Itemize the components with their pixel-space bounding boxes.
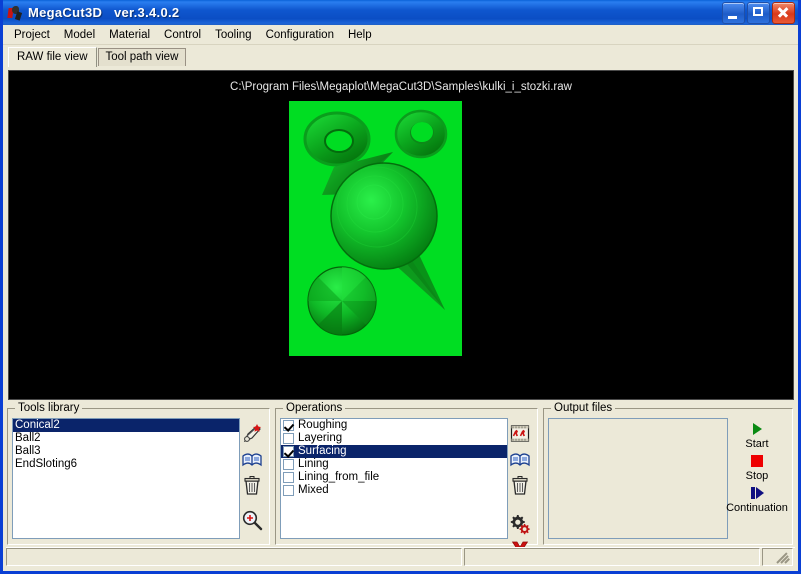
continuation-label: Continuation bbox=[726, 502, 788, 514]
operation-library-book-icon[interactable] bbox=[509, 449, 531, 471]
close-button[interactable] bbox=[772, 2, 795, 24]
minimize-button[interactable] bbox=[722, 2, 745, 24]
model-render-canvas[interactable] bbox=[289, 101, 462, 356]
operation-label: Lining_from_file bbox=[298, 471, 380, 483]
app-icon bbox=[7, 5, 23, 21]
resize-grip-icon[interactable] bbox=[776, 550, 791, 564]
window-title: MegaCut3D ver.3.4.0.2 bbox=[28, 5, 180, 20]
list-item[interactable]: Layering bbox=[281, 432, 507, 445]
torus-small bbox=[394, 109, 448, 162]
tool-label: Ball2 bbox=[15, 432, 41, 444]
list-item[interactable]: Ball2 bbox=[13, 432, 239, 445]
model-render-svg bbox=[303, 109, 448, 336]
operation-label: Lining bbox=[298, 458, 329, 470]
run-controls: Start Stop Continuation bbox=[726, 421, 788, 517]
operation-checkbox[interactable] bbox=[283, 485, 294, 496]
menu-item-material[interactable]: Material bbox=[102, 27, 157, 43]
start-button[interactable]: Start bbox=[726, 421, 788, 450]
list-item[interactable]: Lining bbox=[281, 458, 507, 471]
operations-title: Operations bbox=[283, 402, 346, 414]
delete-tool-trash-icon[interactable] bbox=[241, 475, 263, 497]
delete-operation-trash-icon[interactable] bbox=[509, 475, 531, 497]
operations-list[interactable]: Roughing Layering Surfacing Lining Linin… bbox=[280, 418, 508, 539]
torus-large bbox=[303, 111, 371, 167]
tab-tool-path-view[interactable]: Tool path view bbox=[97, 48, 187, 66]
window-controls bbox=[722, 2, 795, 24]
operation-label: Layering bbox=[298, 432, 343, 444]
status-bar bbox=[6, 547, 795, 568]
output-files-panel: Output files Start Stop Continuation bbox=[543, 402, 793, 545]
list-item[interactable]: EndSloting6 bbox=[13, 458, 239, 471]
sphere-small bbox=[307, 266, 377, 336]
maximize-button[interactable] bbox=[747, 2, 770, 24]
menu-bar: Project Model Material Control Tooling C… bbox=[3, 25, 798, 45]
tools-library-toolbar bbox=[237, 419, 267, 540]
application-window: MegaCut3D ver.3.4.0.2 Project Model Mate… bbox=[0, 0, 801, 574]
output-files-list[interactable] bbox=[548, 418, 728, 539]
menu-item-configuration[interactable]: Configuration bbox=[259, 27, 341, 43]
menu-item-model[interactable]: Model bbox=[57, 27, 102, 43]
list-item[interactable]: Conical2 bbox=[13, 419, 239, 432]
status-panel-1 bbox=[6, 548, 462, 566]
tool-label: Conical2 bbox=[15, 419, 60, 431]
list-item[interactable]: Lining_from_file bbox=[281, 471, 507, 484]
tool-library-book-icon[interactable] bbox=[241, 449, 263, 471]
bottom-panels: Tools library Conical2 Ball2 Ball3 EndSl… bbox=[7, 402, 797, 559]
stop-button[interactable]: Stop bbox=[726, 453, 788, 482]
raw-file-viewer[interactable]: C:\Program Files\Megaplot\MegaCut3D\Samp… bbox=[8, 70, 794, 400]
output-files-title: Output files bbox=[551, 402, 616, 414]
stop-square-icon bbox=[726, 453, 788, 469]
operation-label: Roughing bbox=[298, 419, 348, 431]
title-bar: MegaCut3D ver.3.4.0.2 bbox=[3, 0, 798, 25]
continue-icon bbox=[726, 485, 788, 501]
operation-settings-gears-icon[interactable] bbox=[509, 513, 531, 535]
tool-label: EndSloting6 bbox=[15, 458, 78, 470]
list-item[interactable]: Ball3 bbox=[13, 445, 239, 458]
tools-library-title: Tools library bbox=[15, 402, 83, 414]
tool-label: Ball3 bbox=[15, 445, 41, 457]
play-triangle-icon bbox=[726, 421, 788, 437]
operation-checkbox[interactable] bbox=[283, 472, 294, 483]
continuation-button[interactable]: Continuation bbox=[726, 485, 788, 514]
operation-checkbox[interactable] bbox=[283, 459, 294, 470]
operation-checkbox[interactable] bbox=[283, 446, 294, 457]
sphere-large bbox=[330, 162, 438, 270]
operation-checkbox[interactable] bbox=[283, 420, 294, 431]
list-item[interactable]: Surfacing bbox=[281, 445, 507, 458]
tools-library-panel: Tools library Conical2 Ball2 Ball3 EndSl… bbox=[7, 402, 270, 545]
menu-item-tooling[interactable]: Tooling bbox=[208, 27, 258, 43]
menu-item-help[interactable]: Help bbox=[341, 27, 379, 43]
operations-toolbar bbox=[505, 419, 535, 559]
zoom-tool-icon[interactable] bbox=[241, 509, 263, 531]
loaded-file-path: C:\Program Files\Megaplot\MegaCut3D\Samp… bbox=[230, 81, 572, 93]
new-tool-icon[interactable] bbox=[241, 423, 263, 445]
edit-operation-filmstrip-icon[interactable] bbox=[509, 423, 531, 445]
list-item[interactable]: Mixed bbox=[281, 484, 507, 497]
menu-item-control[interactable]: Control bbox=[157, 27, 208, 43]
menu-item-project[interactable]: Project bbox=[7, 27, 57, 43]
tools-library-list[interactable]: Conical2 Ball2 Ball3 EndSloting6 bbox=[12, 418, 240, 539]
status-panel-3 bbox=[762, 548, 793, 566]
operations-panel: Operations Roughing Layering Surfacing L… bbox=[275, 402, 538, 559]
stop-label: Stop bbox=[745, 470, 769, 482]
list-item[interactable]: Roughing bbox=[281, 419, 507, 432]
view-tab-strip: RAW file view Tool path view bbox=[3, 45, 798, 67]
operation-label: Surfacing bbox=[298, 445, 347, 457]
operation-label: Mixed bbox=[298, 484, 329, 496]
tab-raw-file-view[interactable]: RAW file view bbox=[8, 47, 97, 67]
status-panel-2 bbox=[464, 548, 760, 566]
start-label: Start bbox=[745, 438, 769, 450]
operation-checkbox[interactable] bbox=[283, 433, 294, 444]
